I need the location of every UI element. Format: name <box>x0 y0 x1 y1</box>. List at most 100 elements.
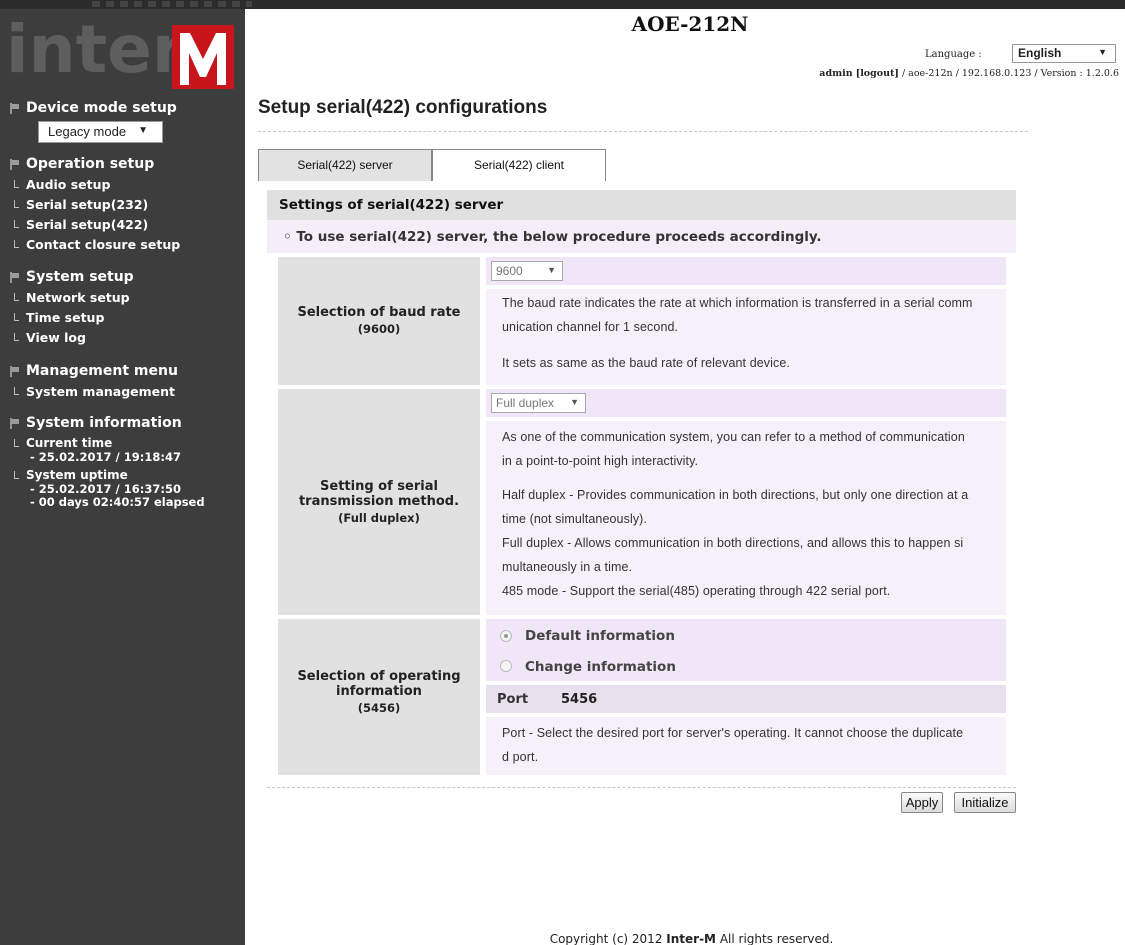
top-strip-decoration <box>92 1 252 7</box>
sidebar-item-system-management[interactable]: System management <box>0 382 245 402</box>
description-line: Port - Select the desired port for serve… <box>502 726 964 740</box>
corner-icon <box>14 313 19 321</box>
method-label-line-2: transmission method. <box>298 494 460 509</box>
language-value: English <box>1018 46 1062 60</box>
section-title: Settings of serial(422) server <box>267 190 1016 220</box>
description-line: The baud rate indicates the rate at whic… <box>502 296 973 310</box>
operating-label-line-2: information <box>336 684 422 699</box>
current-time-label: Current time <box>26 436 113 450</box>
language-select[interactable]: English ▼ <box>1012 44 1116 63</box>
description-line: time (not simultaneously). <box>502 512 648 526</box>
flag-icon <box>10 366 19 377</box>
sidebar-item-label: Audio setup <box>26 177 111 192</box>
footer-suffix: All rights reserved. <box>716 932 834 945</box>
sidebar-item-label: Time setup <box>26 310 105 325</box>
sidebar-item-view-log[interactable]: View log <box>0 328 245 348</box>
sidebar-item-label: Contact closure setup <box>26 237 181 252</box>
flag-icon <box>10 103 19 114</box>
menu-group-operation: Operation setup Audio setup Serial setup… <box>0 155 245 255</box>
flag-icon <box>10 418 19 429</box>
menu-group-information: System information <box>0 414 245 434</box>
radio-default-information[interactable] <box>500 630 512 642</box>
footer-brand: Inter-M <box>666 932 716 945</box>
method-select[interactable]: Full duplex ▼ <box>491 393 586 413</box>
description-line: d port. <box>502 750 539 764</box>
description-line: As one of the communication system, you … <box>502 430 965 444</box>
apply-button[interactable]: Apply <box>901 792 943 813</box>
divider <box>267 787 1016 788</box>
logo-m-mark <box>172 25 234 89</box>
baud-rate-select[interactable]: 9600 ▼ <box>491 261 563 281</box>
port-value: 5456 <box>561 692 598 707</box>
dropdown-arrow-icon: ▼ <box>570 397 579 407</box>
menu-head-label: Operation setup <box>26 156 155 172</box>
logo-wordmark: inter <box>6 11 185 88</box>
corner-icon <box>14 387 19 395</box>
device-mode-select[interactable]: Legacy mode ▼ <box>38 121 163 143</box>
user-info-line: admin [logout] / aoe-212n / 192.168.0.12… <box>819 68 1119 79</box>
sidebar-item-label: Serial setup(422) <box>26 217 149 232</box>
sidebar-item-label: Serial setup(232) <box>26 197 149 212</box>
menu-head-information: System information <box>0 414 245 434</box>
sidebar-item-audio-setup[interactable]: Audio setup <box>0 175 245 195</box>
baud-rate-description: The baud rate indicates the rate at whic… <box>486 289 1006 385</box>
operating-label-line-1: Selection of operating <box>297 669 461 684</box>
dropdown-arrow-icon: ▼ <box>1098 47 1107 57</box>
corner-icon <box>14 333 19 341</box>
baud-rate-value: 9600 <box>496 264 523 278</box>
radio-change-information[interactable] <box>500 660 512 672</box>
brand-logo: inter <box>0 9 245 89</box>
flag-icon <box>10 272 19 283</box>
operating-current: (5456) <box>357 701 401 715</box>
sidebar-item-label: View log <box>26 330 86 345</box>
method-label-line-1: Setting of serial <box>320 479 438 494</box>
uptime-start: - 25.02.2017 / 16:37:50 <box>30 482 181 496</box>
baud-rate-label: Selection of baud rate <box>297 305 461 320</box>
tab-serial-client[interactable]: Serial(422) client <box>432 149 606 181</box>
menu-head-operation[interactable]: Operation setup <box>0 155 245 175</box>
device-info: / aoe-212n / 192.168.0.123 / Version : 1… <box>898 68 1119 79</box>
corner-icon <box>14 240 19 248</box>
corner-icon <box>14 293 19 301</box>
radio-default-label[interactable]: Default information <box>525 628 675 644</box>
initialize-button[interactable]: Initialize <box>954 792 1016 813</box>
sidebar-item-contact-closure[interactable]: Contact closure setup <box>0 235 245 255</box>
operating-label-cell: Selection of operating information (5456… <box>278 619 480 775</box>
menu-head-system[interactable]: System setup <box>0 268 245 288</box>
divider <box>258 131 1028 132</box>
baud-rate-select-row <box>486 257 1006 285</box>
device-mode-value: Legacy mode <box>48 124 127 139</box>
system-info-block: Current time - 25.02.2017 / 19:18:47 Sys… <box>0 434 245 524</box>
footer-prefix: Copyright (c) 2012 <box>549 932 667 945</box>
menu-head-device-mode[interactable]: Device mode setup <box>0 99 245 119</box>
sidebar-item-serial-232[interactable]: Serial setup(232) <box>0 195 245 215</box>
menu-group-system: System setup Network setup Time setup Vi… <box>0 268 245 348</box>
sidebar-item-label: Network setup <box>26 290 130 305</box>
corner-icon <box>14 200 19 208</box>
menu-head-label: System setup <box>26 269 134 285</box>
sidebar-item-serial-422[interactable]: Serial setup(422) <box>0 215 245 235</box>
current-time-value: - 25.02.2017 / 19:18:47 <box>30 450 181 464</box>
method-description: As one of the communication system, you … <box>486 421 1006 615</box>
description-line: Half duplex - Provides communication in … <box>502 488 969 502</box>
flag-icon <box>10 159 19 170</box>
menu-head-label: Management menu <box>26 363 178 379</box>
tab-serial-server[interactable]: Serial(422) server <box>258 149 432 181</box>
dropdown-arrow-icon: ▼ <box>547 265 556 275</box>
logout-link[interactable]: [logout] <box>856 68 899 79</box>
corner-icon <box>14 439 19 447</box>
footer: Copyright (c) 2012 Inter-M All rights re… <box>258 932 1125 945</box>
sidebar-item-time-setup[interactable]: Time setup <box>0 308 245 328</box>
uptime-label: System uptime <box>26 468 128 482</box>
corner-icon <box>14 220 19 228</box>
menu-group-management: Management menu System management <box>0 362 245 402</box>
sidebar-item-network-setup[interactable]: Network setup <box>0 288 245 308</box>
description-line: Full duplex - Allows communication in bo… <box>502 536 964 550</box>
baud-rate-current: (9600) <box>357 322 401 336</box>
description-line: 485 mode - Support the serial(485) opera… <box>502 584 891 598</box>
radio-change-label[interactable]: Change information <box>525 659 676 675</box>
corner-icon <box>14 180 19 188</box>
menu-head-management[interactable]: Management menu <box>0 362 245 382</box>
description-line: unication channel for 1 second. <box>502 320 679 334</box>
description-line: It sets as same as the baud rate of rele… <box>502 356 790 370</box>
